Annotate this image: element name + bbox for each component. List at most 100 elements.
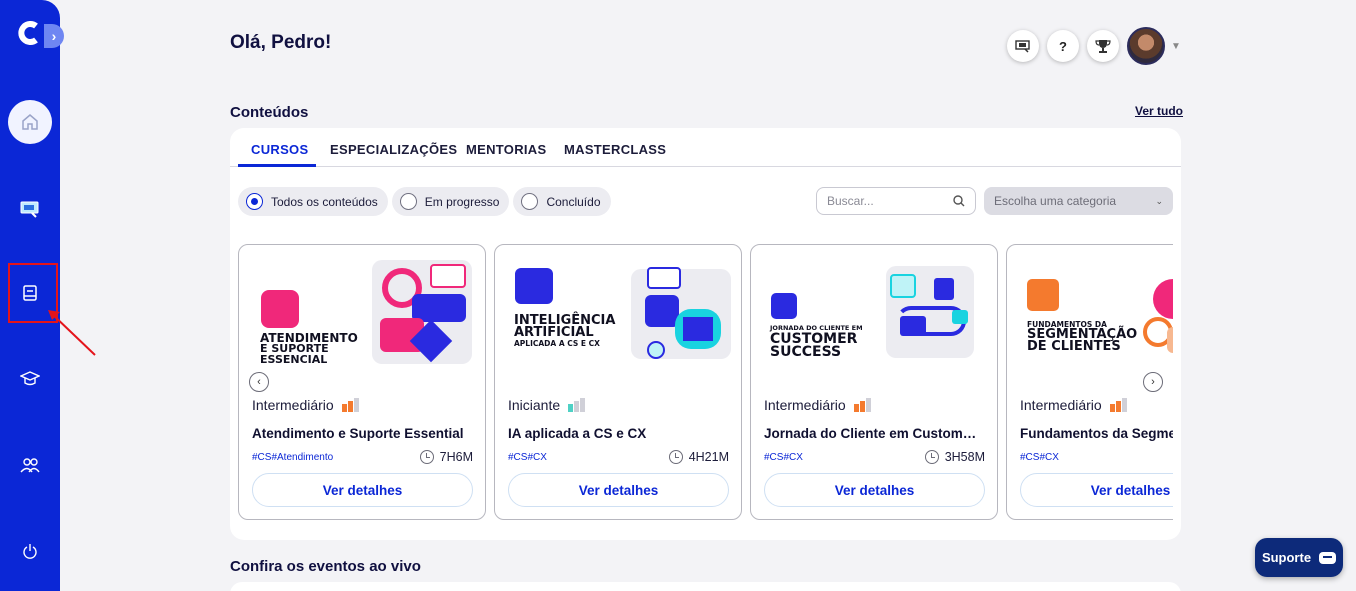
filter-completed[interactable]: Concluído bbox=[513, 187, 611, 216]
course-duration: 3H58M bbox=[924, 450, 985, 464]
course-card[interactable]: INTELIGÊNCIA ARTIFICIAL APLICADA A CS E … bbox=[494, 244, 742, 520]
tab-mentorships[interactable]: MENTORIAS bbox=[466, 142, 546, 157]
user-avatar[interactable] bbox=[1127, 27, 1165, 65]
course-level: Intermediário bbox=[1020, 397, 1128, 413]
active-tab-indicator bbox=[238, 164, 316, 167]
see-all-link[interactable]: Ver tudo bbox=[1135, 104, 1183, 118]
duration-value: 3H58M bbox=[944, 450, 985, 464]
art-title-line: ESSENCIAL bbox=[260, 352, 328, 366]
brand-icon bbox=[771, 293, 797, 319]
support-label: Suporte bbox=[1261, 550, 1312, 565]
tab-masterclass[interactable]: MASTERCLASS bbox=[564, 142, 666, 157]
support-button[interactable]: Suporte bbox=[1255, 538, 1343, 577]
course-level: Intermediário bbox=[764, 397, 872, 413]
graduation-cap-icon bbox=[20, 371, 40, 386]
search-icon bbox=[953, 195, 965, 207]
live-events-section-title: Confira os eventos ao vivo bbox=[230, 558, 421, 575]
illustration-panel bbox=[1143, 265, 1173, 357]
robot-icon bbox=[515, 268, 553, 304]
course-card[interactable]: ATENDIMENTO E SUPORTE ESSENCIAL Intermed… bbox=[238, 244, 486, 520]
status-filters: Todos os conteúdos Em progresso Concluíd… bbox=[238, 187, 615, 216]
course-card[interactable]: JORNADA DO CLIENTE EM CUSTOMER SUCCESS I… bbox=[750, 244, 998, 520]
course-title: IA aplicada a CS e CX bbox=[508, 426, 647, 441]
course-tags: #CS#CX bbox=[508, 452, 547, 463]
chevron-down-icon: ⌄ bbox=[1155, 195, 1163, 206]
course-thumbnail: JORNADA DO CLIENTE EM CUSTOMER SUCCESS bbox=[751, 245, 997, 375]
filter-all[interactable]: Todos os conteúdos bbox=[238, 187, 388, 216]
duration-value: 4H21M bbox=[688, 450, 729, 464]
tab-courses[interactable]: CURSOS bbox=[251, 142, 308, 157]
clock-icon bbox=[668, 450, 683, 464]
radio[interactable] bbox=[399, 193, 417, 210]
ticket-icon bbox=[1015, 40, 1030, 53]
view-details-button[interactable]: Ver detalhes bbox=[252, 473, 473, 507]
course-carousel: ATENDIMENTO E SUPORTE ESSENCIAL Intermed… bbox=[238, 244, 1173, 522]
course-thumbnail: ATENDIMENTO E SUPORTE ESSENCIAL bbox=[239, 245, 485, 375]
filter-in-progress[interactable]: Em progresso bbox=[391, 187, 510, 216]
sidebar-item-logout[interactable] bbox=[8, 529, 52, 573]
filter-label: Em progresso bbox=[424, 194, 500, 209]
logo-icon[interactable] bbox=[16, 20, 42, 46]
chevron-right-icon: › bbox=[1151, 376, 1155, 388]
sidebar-item-community[interactable] bbox=[8, 443, 52, 487]
sidebar-item-courses[interactable] bbox=[8, 357, 52, 401]
level-label: Iniciante bbox=[508, 397, 561, 413]
help-button[interactable]: ? bbox=[1047, 30, 1079, 62]
art-title-line: DE CLIENTES bbox=[1027, 339, 1121, 355]
users-icon bbox=[20, 458, 40, 473]
art-title-line: SUCCESS bbox=[770, 344, 842, 361]
level-bars-icon bbox=[568, 398, 586, 412]
course-duration: 4H21M bbox=[668, 450, 729, 464]
sidebar-item-home[interactable] bbox=[8, 100, 52, 144]
filter-label: Concluído bbox=[546, 194, 601, 209]
course-level: Intermediário bbox=[252, 397, 360, 413]
category-select[interactable]: Escolha uma categoria ⌄ bbox=[984, 187, 1173, 215]
duration-value: 7H6M bbox=[439, 450, 473, 464]
illustration-panel bbox=[631, 267, 731, 359]
view-details-button[interactable]: Ver detalhes bbox=[1020, 473, 1173, 507]
contents-panel: CURSOS ESPECIALIZAÇÕES MENTORIAS MASTERC… bbox=[230, 128, 1181, 540]
content-tabs: CURSOS ESPECIALIZAÇÕES MENTORIAS MASTERC… bbox=[230, 128, 1181, 167]
carousel-prev-button[interactable]: ‹ bbox=[249, 372, 269, 392]
level-label: Intermediário bbox=[252, 397, 334, 413]
radio-checked[interactable] bbox=[246, 193, 263, 210]
course-thumbnail: INTELIGÊNCIA ARTIFICIAL APLICADA A CS E … bbox=[495, 245, 741, 375]
category-placeholder: Escolha uma categoria bbox=[994, 194, 1117, 208]
clock-icon bbox=[924, 450, 939, 464]
course-duration: 7H6M bbox=[419, 450, 473, 464]
ticket-icon bbox=[20, 201, 39, 218]
power-icon bbox=[23, 544, 37, 559]
live-events-panel bbox=[230, 582, 1181, 591]
level-bars-icon bbox=[341, 398, 360, 412]
level-label: Intermediário bbox=[764, 397, 846, 413]
achievements-button[interactable] bbox=[1087, 30, 1119, 62]
view-details-button[interactable]: Ver detalhes bbox=[764, 473, 985, 507]
sidebar-item-events[interactable] bbox=[8, 186, 52, 230]
view-details-button[interactable]: Ver detalhes bbox=[508, 473, 729, 507]
trophy-icon bbox=[1095, 40, 1111, 53]
headset-icon bbox=[261, 290, 299, 328]
level-bars-icon bbox=[853, 398, 872, 412]
grid-icon bbox=[1027, 279, 1059, 311]
radio[interactable] bbox=[521, 193, 539, 210]
carousel-next-button[interactable]: › bbox=[1143, 372, 1163, 392]
course-thumbnail: FUNDAMENTOS DA SEGMENTAÇÃO DE CLIENTES bbox=[1007, 245, 1173, 375]
greeting-title: Olá, Pedro! bbox=[230, 32, 332, 53]
header-actions: ? ▼ bbox=[1007, 27, 1181, 65]
tab-specializations[interactable]: ESPECIALIZAÇÕES bbox=[330, 142, 457, 157]
chevron-down-icon[interactable]: ▼ bbox=[1171, 41, 1181, 52]
sidebar-toggle-button[interactable]: › bbox=[44, 24, 64, 48]
question-mark-icon: ? bbox=[1059, 38, 1067, 54]
home-icon bbox=[22, 114, 38, 130]
contents-section-title: Conteúdos bbox=[230, 104, 309, 121]
search-input[interactable]: Buscar... bbox=[816, 187, 976, 215]
art-title-line: APLICADA A CS E CX bbox=[514, 338, 600, 348]
level-label: Intermediário bbox=[1020, 397, 1102, 413]
illustration-panel bbox=[886, 266, 974, 358]
annotation-arrow-icon bbox=[48, 310, 96, 356]
art-title-line: ARTIFICIAL bbox=[514, 325, 594, 341]
chat-icon bbox=[1319, 551, 1337, 564]
events-button[interactable] bbox=[1007, 30, 1039, 62]
search-placeholder: Buscar... bbox=[827, 194, 874, 208]
illustration-panel bbox=[372, 260, 472, 364]
